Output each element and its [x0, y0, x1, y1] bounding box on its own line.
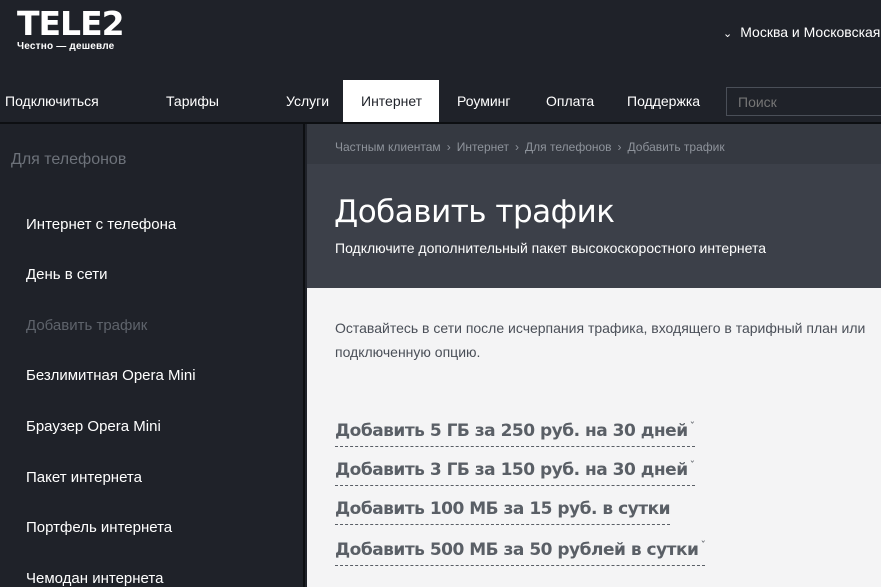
option-label: Добавить 500 МБ за 50 рублей в сутки [335, 540, 699, 560]
nav-item-roaming[interactable]: Роуминг [457, 80, 510, 122]
breadcrumb-separator: › [446, 140, 451, 154]
nav-item-internet[interactable]: Интернет [343, 80, 439, 122]
site-header: TELE2 Честно — дешевле ⌄ Москва и Московс… [0, 0, 881, 80]
chevron-down-icon: ⌄ [723, 28, 733, 40]
chevron-down-icon: ˇ [700, 539, 706, 552]
region-label: Москва и Московская о [740, 24, 881, 40]
page-title: Добавить трафик [334, 194, 615, 230]
intro-line: Оставайтесь в сети после исчерпания траф… [335, 320, 866, 336]
intro-line: подключенную опцию. [335, 344, 481, 360]
option-5gb[interactable]: Добавить 5 ГБ за 250 руб. на 30 дней ˇ [335, 420, 695, 447]
option-label: Добавить 100 МБ за 15 руб. в сутки [335, 499, 671, 519]
nav-item-support[interactable]: Поддержка [627, 80, 700, 122]
sidebar-item-internet-suitcase[interactable]: Чемодан интернета [26, 570, 163, 587]
option-500mb[interactable]: Добавить 500 МБ за 50 рублей в сутки ˇ [335, 539, 706, 566]
breadcrumb: Частным клиентам › Интернет › Для телефонов ›… [307, 124, 881, 164]
nav-item-tariffs[interactable]: Тарифы [166, 80, 219, 122]
sidebar-item-add-traffic[interactable]: Добавить трафик [26, 317, 147, 334]
nav-item-payment[interactable]: Оплата [546, 80, 594, 122]
breadcrumb-internet[interactable]: Интернет [457, 140, 509, 154]
sidebar-item-opera-mini-browser[interactable]: Браузер Opera Mini [26, 418, 161, 435]
sidebar-item-day-online[interactable]: День в сети [26, 266, 108, 283]
option-label: Добавить 3 ГБ за 150 руб. на 30 дней [335, 460, 688, 480]
breadcrumb-separator: › [617, 140, 622, 154]
option-label: Добавить 5 ГБ за 250 руб. на 30 дней [335, 421, 688, 441]
breadcrumb-private-clients[interactable]: Частным клиентам [335, 140, 441, 154]
intro-text: Оставайтесь в сети после исчерпания траф… [335, 316, 881, 364]
option-100mb[interactable]: Добавить 100 МБ за 15 руб. в сутки [335, 499, 671, 525]
sidebar-item-internet-from-phone[interactable]: Интернет с телефона [26, 216, 176, 233]
sidebar-item-internet-package[interactable]: Пакет интернета [26, 469, 142, 486]
nav-item-services[interactable]: Услуги [286, 80, 329, 122]
sidebar-item-internet-portfolio[interactable]: Портфель интернета [26, 519, 172, 536]
region-selector[interactable]: ⌄ Москва и Московская о [723, 24, 881, 40]
sidebar-title: Для телефонов [11, 151, 127, 168]
page-subtitle: Подключите дополнительный пакет высокоск… [335, 240, 766, 256]
page-hero: Частным клиентам › Интернет › Для телефонов ›… [307, 124, 881, 288]
breadcrumb-for-phones[interactable]: Для телефонов [525, 140, 612, 154]
sidebar-item-unlimited-opera-mini[interactable]: Безлимитная Opera Mini [26, 367, 196, 384]
tele2-logo[interactable]: TELE2 Честно — дешевле [17, 4, 125, 53]
chevron-down-icon: ˇ [689, 420, 696, 433]
main-content: Частным клиентам › Интернет › Для телефонов ›… [307, 124, 881, 587]
sidebar: Для телефонов Интернет с телефона День в… [0, 124, 305, 587]
breadcrumb-add-traffic: Добавить трафик [627, 140, 725, 154]
option-3gb[interactable]: Добавить 3 ГБ за 150 руб. на 30 дней ˇ [335, 459, 695, 486]
breadcrumb-separator: › [515, 140, 520, 154]
search-input[interactable] [726, 87, 881, 116]
logo-wordmark: TELE2 [17, 4, 125, 43]
chevron-down-icon: ˇ [689, 459, 696, 472]
logo-tagline: Честно — дешевле [17, 41, 115, 52]
nav-item-connect[interactable]: Подключиться [5, 80, 99, 122]
